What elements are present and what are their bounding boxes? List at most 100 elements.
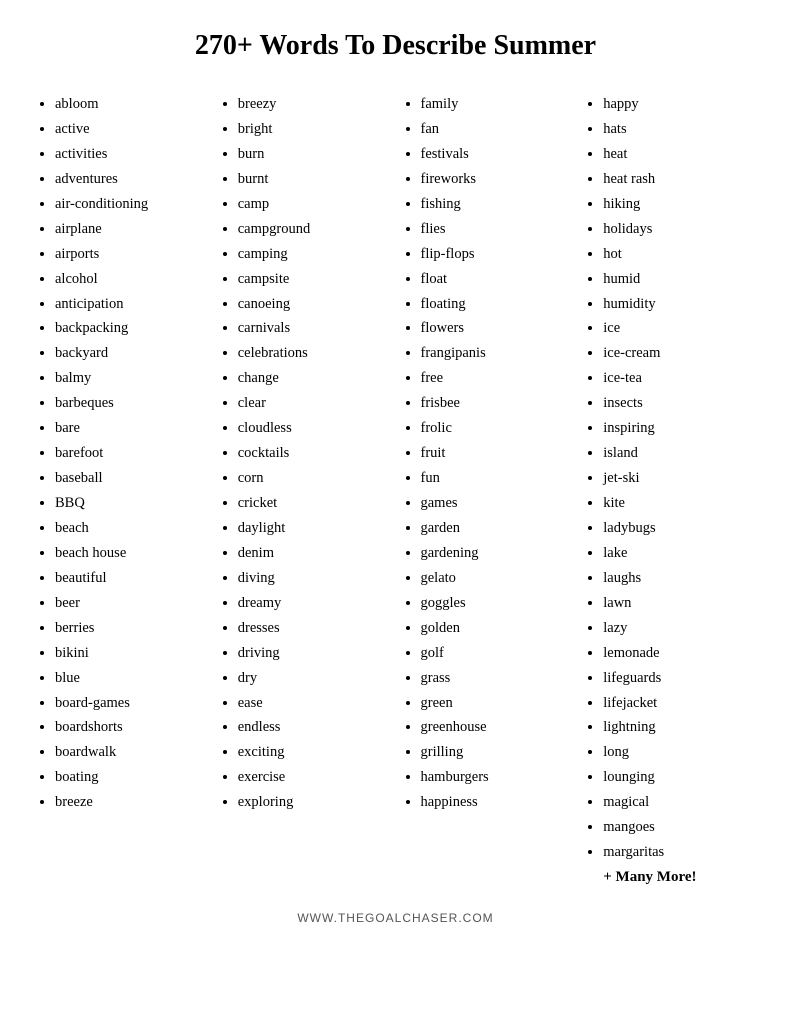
list-item: exercise [238,765,391,790]
footer-url: WWW.THEGOALCHASER.COM [30,911,761,925]
list-item: airports [55,242,208,267]
list-item: fun [421,466,574,491]
list-item: boardshorts [55,715,208,740]
list-item: frangipanis [421,341,574,366]
list-item: barefoot [55,441,208,466]
list-item: hot [603,242,756,267]
list-item: campsite [238,267,391,292]
list-item: island [603,441,756,466]
list-item: heat rash [603,167,756,192]
list-item: holidays [603,217,756,242]
list-item: floating [421,292,574,317]
list-item: laughs [603,566,756,591]
list-item: backyard [55,341,208,366]
list-item: airplane [55,217,208,242]
list-item: activities [55,142,208,167]
list-item: lifejacket [603,691,756,716]
list-item: camp [238,192,391,217]
list-item: adventures [55,167,208,192]
column-4: happyhatsheatheat rashhikingholidayshoth… [578,92,761,891]
list-item: lightning [603,715,756,740]
word-list-2: breezybrightburnburntcampcampgroundcampi… [218,92,391,815]
list-item: backpacking [55,316,208,341]
list-item: carnivals [238,316,391,341]
list-item: frolic [421,416,574,441]
list-item: float [421,267,574,292]
list-item: alcohol [55,267,208,292]
list-item: hiking [603,192,756,217]
list-item: golf [421,641,574,666]
list-item: clear [238,391,391,416]
extra-note: + Many More! [583,865,756,891]
list-item: beautiful [55,566,208,591]
list-item: bright [238,117,391,142]
list-item: greenhouse [421,715,574,740]
list-item: fan [421,117,574,142]
column-3: familyfanfestivalsfireworksfishingfliesf… [396,92,579,815]
list-item: insects [603,391,756,416]
list-item: fruit [421,441,574,466]
list-item: inspiring [603,416,756,441]
list-item: lemonade [603,641,756,666]
list-item: burn [238,142,391,167]
list-item: gardening [421,541,574,566]
list-item: beach [55,516,208,541]
list-item: long [603,740,756,765]
word-list-3: familyfanfestivalsfireworksfishingfliesf… [401,92,574,815]
page-title: 270+ Words To Describe Summer [30,30,761,62]
list-item: cocktails [238,441,391,466]
list-item: goggles [421,591,574,616]
list-item: golden [421,616,574,641]
list-item: bare [55,416,208,441]
list-item: dreamy [238,591,391,616]
list-item: garden [421,516,574,541]
list-item: mangoes [603,815,756,840]
list-item: ice [603,316,756,341]
list-item: barbeques [55,391,208,416]
list-item: beer [55,591,208,616]
list-item: flip-flops [421,242,574,267]
list-item: fireworks [421,167,574,192]
list-item: diving [238,566,391,591]
list-item: kite [603,491,756,516]
list-item: canoeing [238,292,391,317]
list-item: denim [238,541,391,566]
list-item: driving [238,641,391,666]
list-item: flowers [421,316,574,341]
list-item: burnt [238,167,391,192]
list-item: happy [603,92,756,117]
list-item: beach house [55,541,208,566]
list-item: cricket [238,491,391,516]
list-item: ladybugs [603,516,756,541]
list-item: board-games [55,691,208,716]
list-item: breeze [55,790,208,815]
list-item: lawn [603,591,756,616]
list-item: BBQ [55,491,208,516]
list-item: campground [238,217,391,242]
list-item: ice-tea [603,366,756,391]
list-item: heat [603,142,756,167]
list-item: cloudless [238,416,391,441]
list-item: fishing [421,192,574,217]
list-item: free [421,366,574,391]
list-item: dry [238,666,391,691]
list-item: bikini [55,641,208,666]
list-item: family [421,92,574,117]
column-1: abloomactiveactivitiesadventuresair-cond… [30,92,213,815]
list-item: anticipation [55,292,208,317]
list-item: hamburgers [421,765,574,790]
list-item: lifeguards [603,666,756,691]
list-item: lazy [603,616,756,641]
list-item: green [421,691,574,716]
list-item: balmy [55,366,208,391]
word-columns: abloomactiveactivitiesadventuresair-cond… [30,92,761,891]
list-item: grilling [421,740,574,765]
list-item: abloom [55,92,208,117]
list-item: active [55,117,208,142]
list-item: flies [421,217,574,242]
list-item: change [238,366,391,391]
list-item: lake [603,541,756,566]
list-item: berries [55,616,208,641]
list-item: celebrations [238,341,391,366]
list-item: lounging [603,765,756,790]
